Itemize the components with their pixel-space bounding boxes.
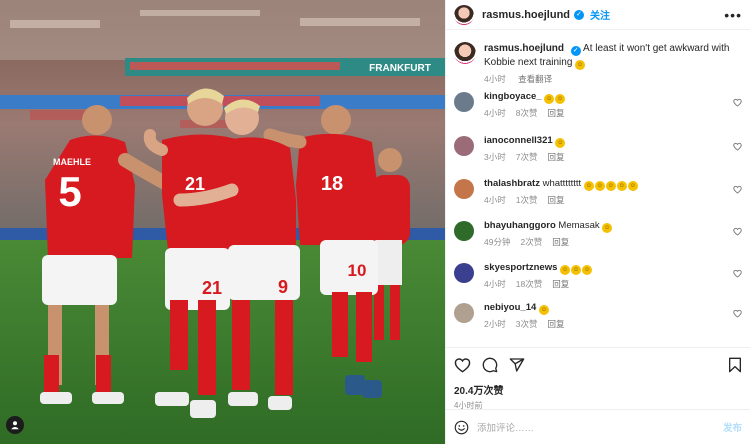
shirt-nameplate: MAEHLE <box>53 157 91 167</box>
commenter-username[interactable]: ianoconnell321 <box>484 135 553 146</box>
comment-like-count[interactable]: 8次赞 <box>516 108 538 118</box>
comment-row: thalashbratz whatttttttt ☺ ☺ ☺ ☺ ☺ 4小时 1次赞 回复 <box>446 178 750 218</box>
commenter-username[interactable]: nebiyou_14 <box>484 302 536 313</box>
comment-text: whatttttttt <box>542 178 582 189</box>
verified-icon: ✓ <box>574 9 585 20</box>
author-username[interactable]: rasmus.hoejlund <box>482 9 570 21</box>
emoji-icon: ☺ <box>583 181 594 191</box>
author-avatar[interactable] <box>454 4 474 25</box>
post-actions: 20.4万次赞 4小时前 <box>446 347 750 410</box>
verified-icon: ✓ <box>570 46 581 56</box>
stadium-banner-text: FRANKFURT <box>369 63 431 74</box>
shorts-number: 21 <box>202 278 222 298</box>
comment-like-count[interactable]: 1次赞 <box>516 195 538 205</box>
more-icon[interactable]: ••• <box>724 7 742 23</box>
emoji-icon: ☺ <box>616 181 627 191</box>
commenter-username[interactable]: thalashbratz <box>484 178 540 189</box>
emoji-icon: ☺ <box>602 223 613 233</box>
emoji-icon: ☺ <box>560 265 571 275</box>
post-photo[interactable]: FRANKFURT 5 MAEHLE 18 10 21 21 9 <box>0 0 445 444</box>
commenter-avatar[interactable] <box>454 136 474 156</box>
post-header: rasmus.hoejlund ✓ 关注 ••• <box>446 0 750 30</box>
comment-time: 4小时 <box>484 279 506 289</box>
commenter-avatar[interactable] <box>454 263 474 283</box>
shorts-number: 10 <box>348 261 367 280</box>
post-sidebar: rasmus.hoejlund ✓ 关注 ••• rasmus.hoejlund… <box>445 0 750 444</box>
reply-button[interactable]: 回复 <box>552 279 569 289</box>
shirt-number: 18 <box>321 173 343 195</box>
emoji-icon: ☺ <box>555 94 566 104</box>
user-tag-icon[interactable] <box>6 416 24 434</box>
comment-icon[interactable] <box>482 357 498 373</box>
like-count[interactable]: 20.4万次赞 <box>454 382 742 397</box>
commenter-username[interactable]: kingboyace_ <box>484 91 542 102</box>
emoji-icon: ☺ <box>555 138 566 148</box>
comment-time: 4小时 <box>484 108 506 118</box>
follow-button[interactable]: 关注 <box>590 7 610 22</box>
comment-input[interactable]: 添加评论…… <box>477 420 534 434</box>
post-caption: rasmus.hoejlund ✓ At least it won't get … <box>446 31 750 84</box>
commenter-username[interactable]: skyesportznews <box>484 262 557 273</box>
comment-row: skyesportznews ☺ ☺ ☺ 4小时 18次赞 回复 <box>446 262 750 302</box>
comment-row: bhayuhanggoro Memasak ☺ 49分钟 2次赞 回复 <box>446 220 750 260</box>
emoji-icon: ☺ <box>575 60 586 70</box>
celebration-image: FRANKFURT 5 MAEHLE 18 10 21 21 9 <box>0 0 445 444</box>
comment-row: ianoconnell321 ☺ 3小时 7次赞 回复 <box>446 135 750 175</box>
comment-time: 4小时 <box>484 195 506 205</box>
emoji-icon: ☺ <box>538 305 549 315</box>
comment-like-count[interactable]: 18次赞 <box>516 279 542 289</box>
caption-time: 4小时 <box>484 74 506 84</box>
comment-row: nebiyou_14 ☺ 2小时 3次赞 回复 <box>446 302 750 342</box>
comment-heart-icon[interactable] <box>733 142 742 151</box>
reply-button[interactable]: 回复 <box>547 195 564 205</box>
commenter-avatar[interactable] <box>454 179 474 199</box>
add-comment-bar: 添加评论…… 发布 <box>446 409 750 444</box>
comment-heart-icon[interactable] <box>733 185 742 194</box>
reply-button[interactable]: 回复 <box>552 237 569 247</box>
comment-like-count[interactable]: 2次赞 <box>520 237 542 247</box>
caption-username[interactable]: rasmus.hoejlund <box>484 43 564 54</box>
comment-heart-icon[interactable] <box>733 227 742 236</box>
comment-heart-icon[interactable] <box>733 269 742 278</box>
author-avatar[interactable] <box>454 42 476 64</box>
emoji-icon: ☺ <box>582 265 593 275</box>
reply-button[interactable]: 回复 <box>547 108 564 118</box>
commenter-username[interactable]: bhayuhanggoro <box>484 220 556 231</box>
shorts-number: 9 <box>278 277 288 297</box>
comment-time: 3小时 <box>484 152 506 162</box>
commenter-avatar[interactable] <box>454 303 474 323</box>
emoji-icon[interactable] <box>454 420 469 435</box>
shirt-number: 21 <box>185 174 205 194</box>
comment-text: Memasak <box>558 220 600 231</box>
emoji-icon: ☺ <box>571 265 582 275</box>
commenter-avatar[interactable] <box>454 221 474 241</box>
comment-row: kingboyace_ ☺ ☺ 4小时 8次赞 回复 <box>446 91 750 131</box>
commenter-avatar[interactable] <box>454 92 474 112</box>
comment-heart-icon[interactable] <box>733 98 742 107</box>
comment-time: 2小时 <box>484 319 506 329</box>
bookmark-icon[interactable] <box>728 357 742 373</box>
reply-button[interactable]: 回复 <box>547 152 564 162</box>
comment-heart-icon[interactable] <box>733 309 742 318</box>
emoji-icon: ☺ <box>627 181 638 191</box>
emoji-icon: ☺ <box>544 94 555 104</box>
comment-like-count[interactable]: 3次赞 <box>516 319 538 329</box>
comment-like-count[interactable]: 7次赞 <box>516 152 538 162</box>
emoji-icon: ☺ <box>594 181 605 191</box>
reply-button[interactable]: 回复 <box>547 319 564 329</box>
comments-list[interactable]: rasmus.hoejlund ✓ At least it won't get … <box>446 31 750 347</box>
post-comment-button[interactable]: 发布 <box>723 420 742 434</box>
heart-icon[interactable] <box>454 357 471 373</box>
emoji-icon: ☺ <box>605 181 616 191</box>
share-icon[interactable] <box>509 357 525 373</box>
shirt-number: 5 <box>58 168 81 215</box>
see-translation-link[interactable]: 查看翻译 <box>518 74 552 84</box>
comment-time: 49分钟 <box>484 237 511 247</box>
